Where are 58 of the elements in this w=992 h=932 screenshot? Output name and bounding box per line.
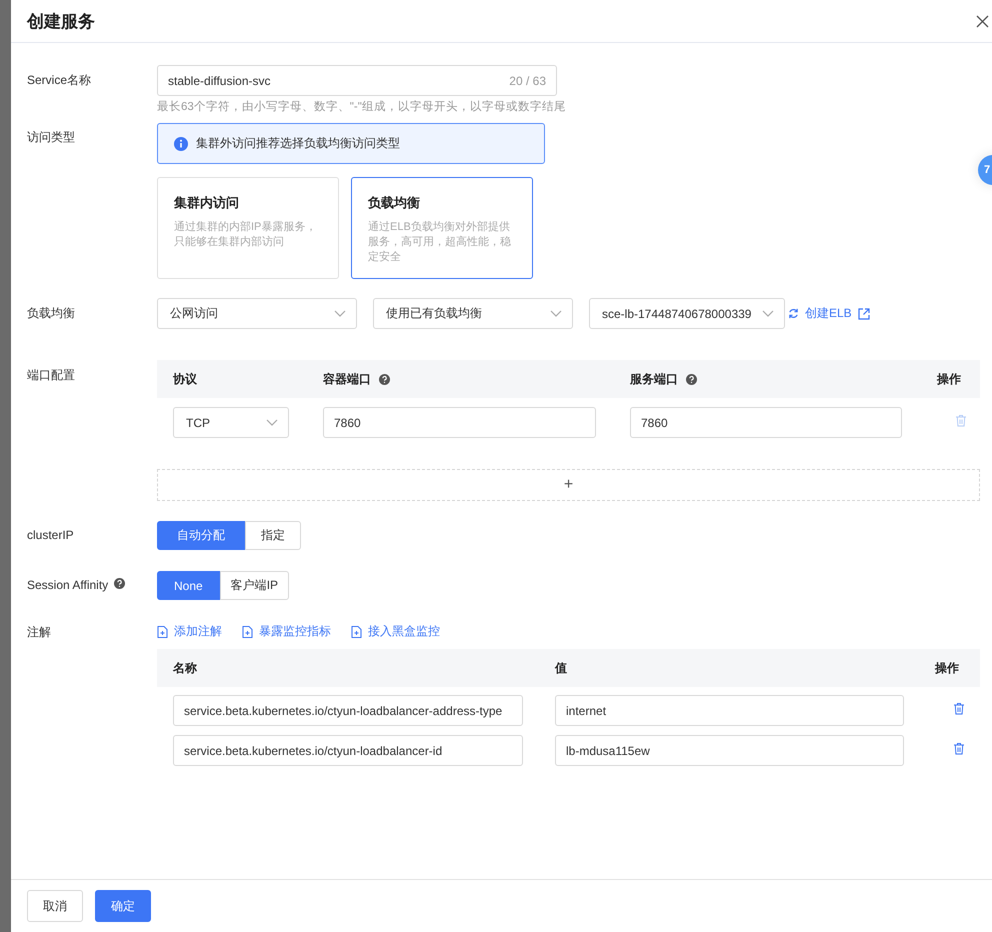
chevron-down-icon (550, 310, 562, 318)
chevron-down-icon (266, 418, 278, 426)
card-description: 通过ELB负载均衡对外部提供服务，高可用，超高性能，稳定安全 (368, 220, 512, 265)
input-field[interactable]: service.beta.kubernetes.io/ctyun-loadbalancer-id (173, 735, 523, 766)
segment-option[interactable]: 客户端IP (220, 571, 290, 600)
chevron-down-icon (762, 310, 774, 318)
field-label: 访问类型 (27, 129, 75, 146)
select-field[interactable]: 公网访问 (157, 298, 357, 329)
field-label: Session Affinity (27, 578, 108, 592)
option-card[interactable]: 集群内访问 通过集群的内部IP暴露服务，只能够在集群内部访问 (157, 177, 339, 279)
char-counter: 20 / 63 (509, 74, 546, 88)
external-link-icon (858, 308, 870, 320)
help-icon (686, 374, 697, 384)
refresh-icon (788, 308, 799, 319)
input-field[interactable]: service.beta.kubernetes.io/ctyun-loadbalancer-address-type (173, 695, 523, 726)
dialog-title: 创建服务 (27, 10, 95, 32)
file-plus-icon (351, 626, 362, 638)
file-plus-icon (242, 626, 253, 638)
segment-option[interactable]: None (157, 571, 220, 600)
select-field[interactable]: 使用已有负载均衡 (373, 298, 573, 329)
card-title: 负载均衡 (368, 194, 421, 212)
input-field[interactable]: lb-mdusa115ew (555, 735, 904, 766)
segment-option[interactable]: 自动分配 (157, 521, 245, 550)
field-label: Service名称 (27, 72, 92, 89)
alert-text: 集群外访问推荐选择负载均衡访问类型 (196, 135, 400, 152)
column-header: 协议 (173, 370, 197, 388)
column-header: 服务端口 (630, 370, 678, 388)
column-header: 名称 (173, 660, 197, 676)
file-plus-icon (157, 626, 168, 638)
cancel-button[interactable]: 取消 (27, 890, 83, 922)
create-elb-link[interactable]: 创建ELB (788, 305, 870, 322)
column-header: 容器端口 (323, 370, 371, 388)
column-header: 值 (555, 660, 567, 676)
input-field[interactable]: stable-diffusion-svc 20 / 63 (157, 65, 557, 96)
input-field[interactable]: internet (555, 695, 904, 726)
help-icon (379, 374, 390, 384)
card-title: 集群内访问 (174, 194, 240, 212)
field-label: clusterIP (27, 528, 74, 542)
select-field[interactable]: sce-lb-17448740678000339 (589, 298, 785, 329)
card-description: 通过集群的内部IP暴露服务，只能够在集群内部访问 (174, 220, 318, 250)
add-row-button[interactable]: + (157, 469, 980, 501)
help-icon (114, 578, 126, 589)
annotation-link[interactable]: 暴露监控指标 (242, 623, 331, 640)
chevron-down-icon (334, 310, 346, 318)
annotation-link[interactable]: 添加注解 (157, 623, 222, 640)
field-label: 负载均衡 (27, 305, 75, 322)
field-label: 注解 (27, 624, 51, 641)
segment-option[interactable]: 指定 (245, 521, 301, 550)
annotation-link[interactable]: 接入黑盒监控 (351, 623, 440, 640)
field-label: 端口配置 (27, 367, 75, 384)
column-header: 操作 (935, 660, 959, 676)
trash-icon[interactable] (953, 702, 965, 714)
confirm-button[interactable]: 确定 (95, 890, 151, 922)
column-header: 操作 (937, 370, 961, 388)
field-hint: 最长63个字符，由小写字母、数字、"-"组成，以字母开头，以字母或数字结尾 (157, 99, 567, 114)
option-card[interactable]: 负载均衡 通过ELB负载均衡对外部提供服务，高可用，超高性能，稳定安全 (351, 177, 533, 279)
trash-icon[interactable] (953, 742, 965, 754)
info-icon (174, 136, 188, 150)
